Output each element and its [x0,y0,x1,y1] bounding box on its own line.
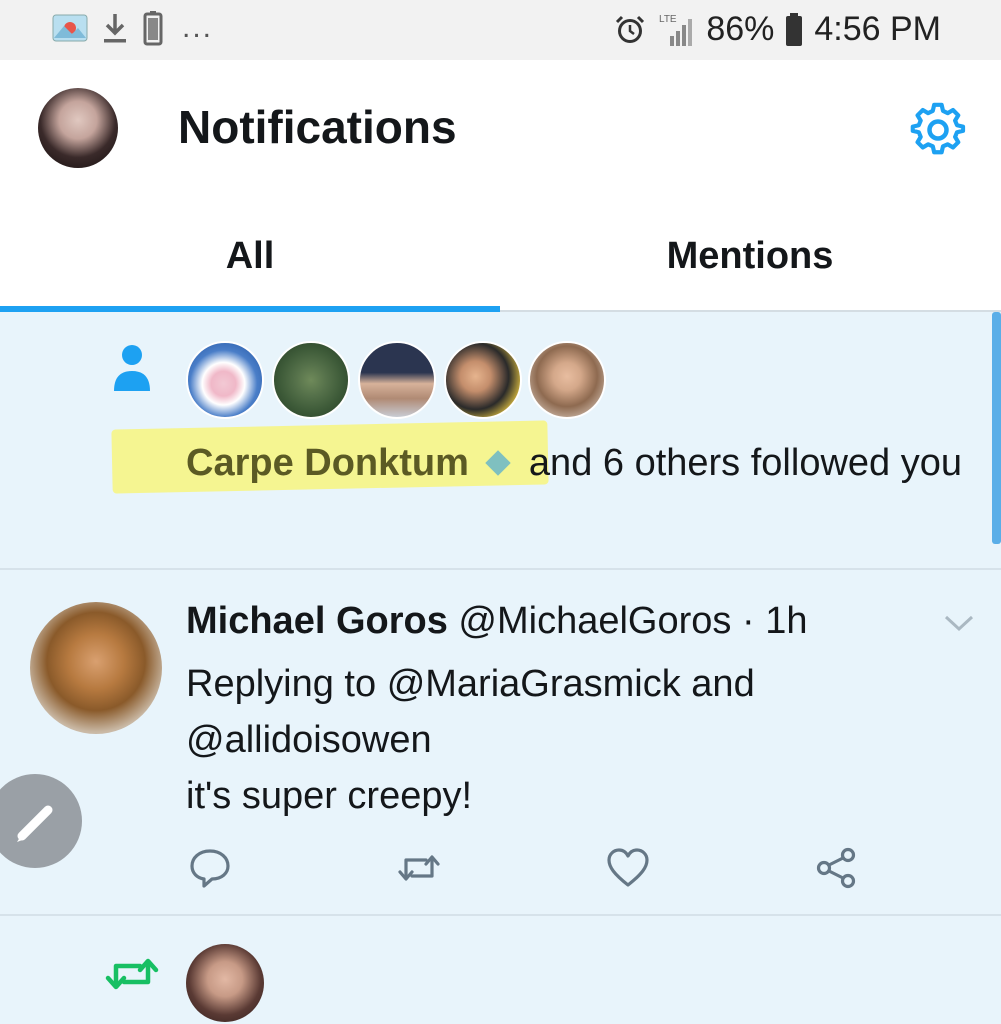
notification-tabs: All Mentions [0,200,1001,312]
like-icon[interactable] [606,846,650,890]
battery-percent: 86% [706,10,775,48]
status-more-dots: ... [182,11,214,44]
follower-avatar-5[interactable] [528,341,606,419]
gear-icon[interactable] [910,102,966,158]
tweet-actions [186,846,866,890]
chevron-down-icon[interactable] [942,612,976,634]
follow-rest: and 6 others followed you [528,442,962,484]
svg-text:LTE: LTE [659,14,677,25]
tweet-time: 1h [765,600,808,642]
replying-prefix: Replying to [186,663,377,705]
tweet-header: Michael Goros @MichaelGoros · 1h [186,598,807,644]
person-icon [114,345,150,391]
app-header: Notifications [0,60,1001,200]
compose-icon [17,805,53,842]
dot-separator: · [741,600,755,642]
battery-icon [143,11,163,46]
retweet-icon-green [105,958,159,990]
tweet-body: Replying to @MariaGrasmick and @allidois… [186,656,966,824]
author-handle: @MichaelGoros [458,600,732,642]
battery-level-icon [786,12,803,46]
alarm-icon [616,15,645,43]
gallery-icon [52,14,88,42]
status-right: LTE 86% 4:56 PM [614,10,941,49]
share-icon[interactable] [814,846,858,890]
replying-line: Replying to @MariaGrasmick and [186,656,966,712]
retweet-icon[interactable] [396,846,442,890]
page-title: Notifications [178,101,457,153]
reply-handle-2[interactable]: @allidoisowen [186,712,966,768]
follower-name[interactable]: Carpe Donktum [186,442,469,484]
download-icon [104,14,126,43]
status-bar: ... LTE 86% 4:56 PM [0,0,1001,60]
clock-time: 4:56 PM [814,10,941,48]
author-avatar[interactable] [30,602,162,734]
status-left: ... [52,10,213,46]
tab-mentions[interactable]: Mentions [500,200,1000,312]
diamond-icon [485,450,511,476]
compose-button[interactable] [0,774,82,868]
follower-avatar-3[interactable] [358,341,436,419]
follower-avatar-4[interactable] [444,341,522,419]
signal-icon: LTE [659,14,693,46]
reply-icon[interactable] [188,846,232,890]
reply-handle-1[interactable]: @MariaGrasmick [387,663,681,705]
retweeter-avatar[interactable] [186,944,264,1022]
author-name[interactable]: Michael Goros [186,600,448,642]
reply-and: and [691,663,755,705]
follow-text: Carpe Donktum and 6 others followed you [186,434,976,492]
follower-avatar-1[interactable] [186,341,264,419]
tab-all[interactable]: All [0,200,500,312]
follower-avatar-2[interactable] [272,341,350,419]
my-avatar[interactable] [38,88,118,168]
tweet-text: it's super creepy! [186,775,473,817]
